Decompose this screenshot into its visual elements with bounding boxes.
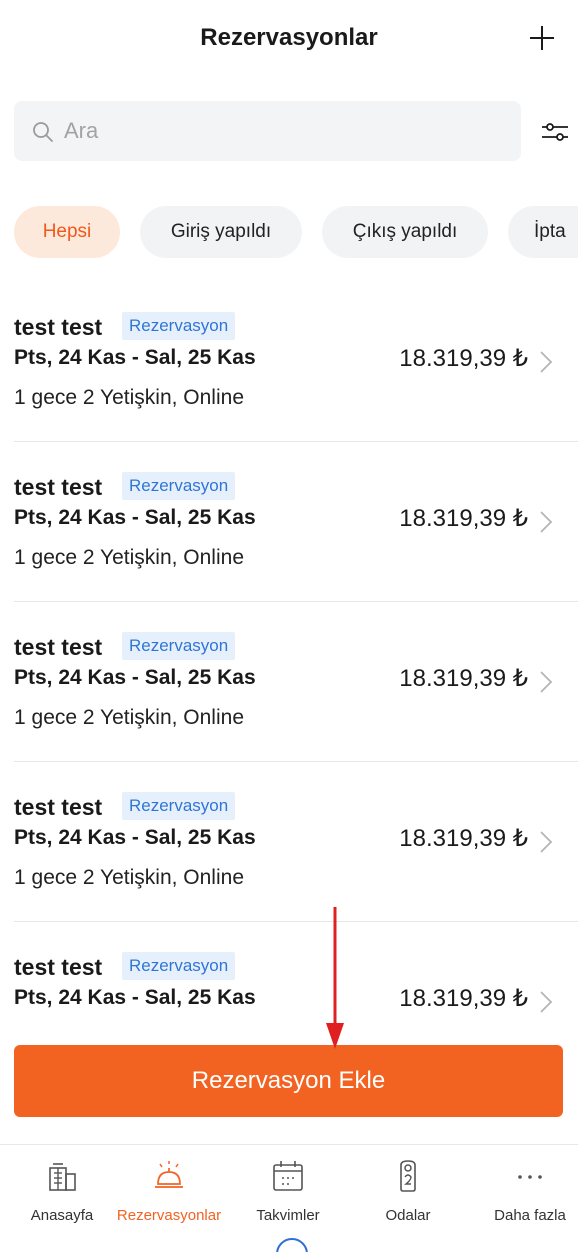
filter-icon[interactable] <box>540 117 570 147</box>
status-badge: Rezervasyon <box>122 472 236 500</box>
chevron-right-icon <box>540 671 553 693</box>
price: 18.319,39 ₺ <box>399 505 528 532</box>
status-badge: Rezervasyon <box>122 952 236 980</box>
chevron-right-icon <box>540 831 553 853</box>
plus-icon[interactable] <box>526 22 558 54</box>
stay-dates: Pts, 24 Kas - Sal, 25 Kas <box>14 506 256 529</box>
tab-label: Rezervasyonlar <box>116 1207 222 1224</box>
add-reservation-button[interactable]: Rezervasyon Ekle <box>14 1045 563 1117</box>
list-item[interactable]: test test Rezervasyon Pts, 24 Kas - Sal,… <box>14 602 578 762</box>
guest-name: test test <box>14 794 103 820</box>
search-icon <box>33 122 53 142</box>
price: 18.319,39 ₺ <box>399 345 528 372</box>
stay-dates: Pts, 24 Kas - Sal, 25 Kas <box>14 826 256 849</box>
list-item[interactable]: test test Rezervasyon Pts, 24 Kas - Sal,… <box>14 762 578 922</box>
price: 18.319,39 ₺ <box>399 665 528 692</box>
chip-all[interactable]: Hepsi <box>14 206 120 258</box>
tab-label: Takvimler <box>256 1207 320 1224</box>
tab-label: Daha fazla <box>494 1207 566 1224</box>
building-icon <box>49 1163 76 1191</box>
stay-dates: Pts, 24 Kas - Sal, 25 Kas <box>14 666 256 689</box>
header: Rezervasyonlar <box>0 0 578 84</box>
bottom-tab-bar: Anasayfa Rezervasyonlar Takvimler Odalar… <box>0 1144 578 1252</box>
page-title: Rezervasyonlar <box>200 24 378 51</box>
guest-name: test test <box>14 634 103 660</box>
filter-chips: Hepsi Giriş yapıldı Çıkış yapıldı İpta <box>0 206 578 258</box>
list-item[interactable]: test test Rezervasyon Pts, 24 Kas - Sal,… <box>14 282 578 442</box>
chip-checked-out[interactable]: Çıkış yapıldı <box>322 206 488 258</box>
tab-reservations[interactable]: Rezervasyonlar <box>111 1159 227 1239</box>
price: 18.319,39 ₺ <box>399 985 528 1012</box>
search-input[interactable] <box>64 115 504 147</box>
stay-details: 1 gece 2 Yetişkin, Online <box>14 866 244 889</box>
more-icon <box>518 1175 542 1179</box>
stay-details: 1 gece 2 Yetişkin, Online <box>14 706 244 729</box>
chevron-right-icon <box>540 991 553 1013</box>
stay-details: 1 gece 2 Yetişkin, Online <box>14 546 244 569</box>
chevron-right-icon <box>540 351 553 373</box>
tab-rooms[interactable]: Odalar <box>350 1159 466 1239</box>
list-item[interactable]: test test Rezervasyon Pts, 24 Kas - Sal,… <box>14 442 578 602</box>
guest-name: test test <box>14 314 103 340</box>
tab-home[interactable]: Anasayfa <box>4 1159 120 1239</box>
stay-dates: Pts, 24 Kas - Sal, 25 Kas <box>14 346 256 369</box>
calendar-icon <box>273 1161 303 1191</box>
search-bar[interactable] <box>14 101 521 161</box>
status-badge: Rezervasyon <box>122 632 236 660</box>
tab-more[interactable]: Daha fazla <box>472 1159 578 1239</box>
status-badge: Rezervasyon <box>122 312 236 340</box>
tab-label: Odalar <box>385 1207 431 1224</box>
tab-label: Anasayfa <box>30 1207 94 1224</box>
door-hanger-icon <box>400 1160 416 1192</box>
stay-details: 1 gece 2 Yetişkin, Online <box>14 386 244 409</box>
chevron-right-icon <box>540 511 553 533</box>
guest-name: test test <box>14 954 103 980</box>
chip-cancelled[interactable]: İpta <box>508 206 578 258</box>
stay-dates: Pts, 24 Kas - Sal, 25 Kas <box>14 986 256 1009</box>
price: 18.319,39 ₺ <box>399 825 528 852</box>
tab-calendars[interactable]: Takvimler <box>230 1159 346 1239</box>
guest-name: test test <box>14 474 103 500</box>
status-badge: Rezervasyon <box>122 792 236 820</box>
annotation-arrow-icon <box>326 907 344 1049</box>
chip-checked-in[interactable]: Giriş yapıldı <box>140 206 302 258</box>
reception-bell-icon <box>155 1161 183 1188</box>
